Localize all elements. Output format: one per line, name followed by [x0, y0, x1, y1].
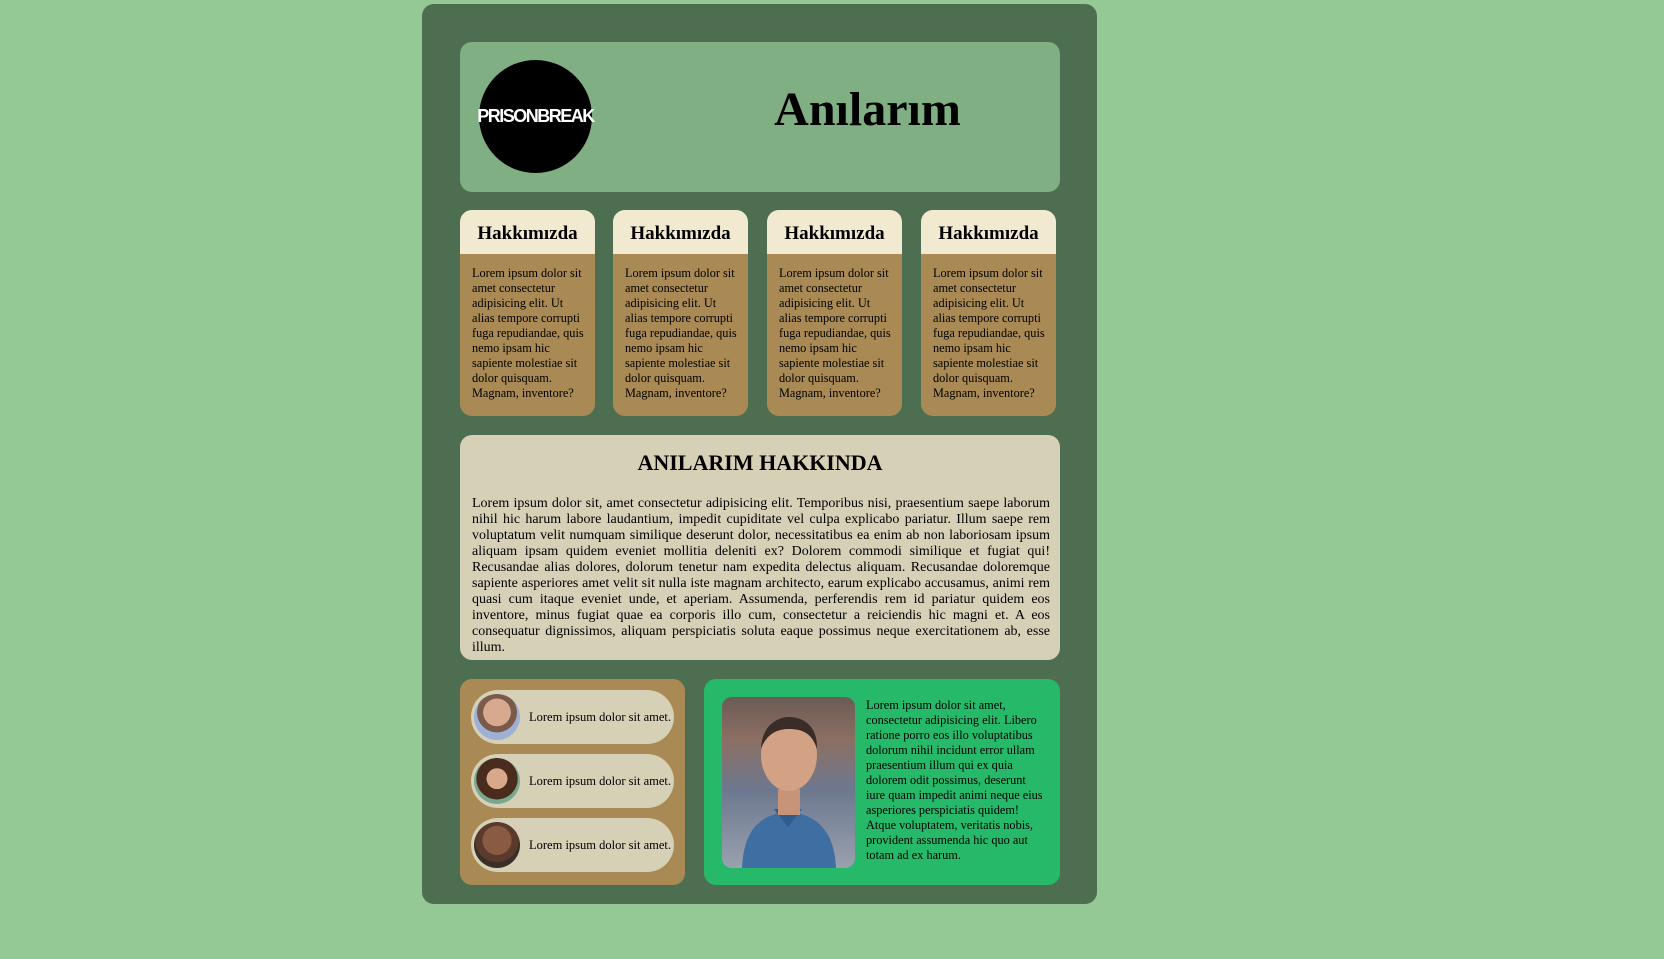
- section-title: ANILARIM HAKKINDA: [637, 450, 883, 475]
- section-text: Lorem ipsum dolor sit, amet consectetur …: [472, 496, 1050, 655]
- card-text: Lorem ipsum dolor sit amet consectetur a…: [933, 266, 1045, 400]
- person-text: Lorem ipsum dolor sit amet.: [529, 773, 671, 788]
- page-container: PRISONBREAK Anılarım Hakkımızda Lorem ip…: [422, 4, 1097, 904]
- about-card: Hakkımızda Lorem ipsum dolor sit amet co…: [613, 210, 748, 416]
- header: PRISONBREAK Anılarım: [460, 42, 1060, 192]
- person-item: Lorem ipsum dolor sit amet.: [471, 690, 674, 744]
- character-portrait-icon: [742, 717, 836, 868]
- avatar: [474, 822, 520, 868]
- feature-text: Lorem ipsum dolor sit amet, consectetur …: [866, 698, 1043, 862]
- card-title: Hakkımızda: [460, 210, 595, 254]
- card-text: Lorem ipsum dolor sit amet consectetur a…: [472, 266, 584, 400]
- card-title: Hakkımızda: [767, 210, 902, 254]
- memories-about-section: ANILARIM HAKKINDA Lorem ipsum dolor sit,…: [460, 435, 1060, 660]
- card-title: Hakkımızda: [613, 210, 748, 254]
- person-text: Lorem ipsum dolor sit amet.: [529, 837, 671, 852]
- about-card: Hakkımızda Lorem ipsum dolor sit amet co…: [921, 210, 1056, 416]
- card-text: Lorem ipsum dolor sit amet consectetur a…: [779, 266, 891, 400]
- person-item: Lorem ipsum dolor sit amet.: [471, 818, 674, 872]
- person-text: Lorem ipsum dolor sit amet.: [529, 709, 671, 724]
- about-card: Hakkımızda Lorem ipsum dolor sit amet co…: [460, 210, 595, 416]
- person-item: Lorem ipsum dolor sit amet.: [471, 754, 674, 808]
- people-list: Lorem ipsum dolor sit amet. Lorem ipsum …: [460, 679, 685, 885]
- character-photo: [722, 697, 855, 868]
- about-card: Hakkımızda Lorem ipsum dolor sit amet co…: [767, 210, 902, 416]
- feature-panel: Lorem ipsum dolor sit amet, consectetur …: [704, 679, 1060, 885]
- card-text: Lorem ipsum dolor sit amet consectetur a…: [625, 266, 737, 400]
- card-title: Hakkımızda: [921, 210, 1056, 254]
- prison-break-logo: PRISONBREAK: [477, 60, 595, 173]
- avatar: [474, 694, 520, 740]
- avatar: [474, 758, 520, 804]
- logo-text: PRISONBREAK: [477, 106, 595, 126]
- page-title: Anılarım: [774, 83, 961, 136]
